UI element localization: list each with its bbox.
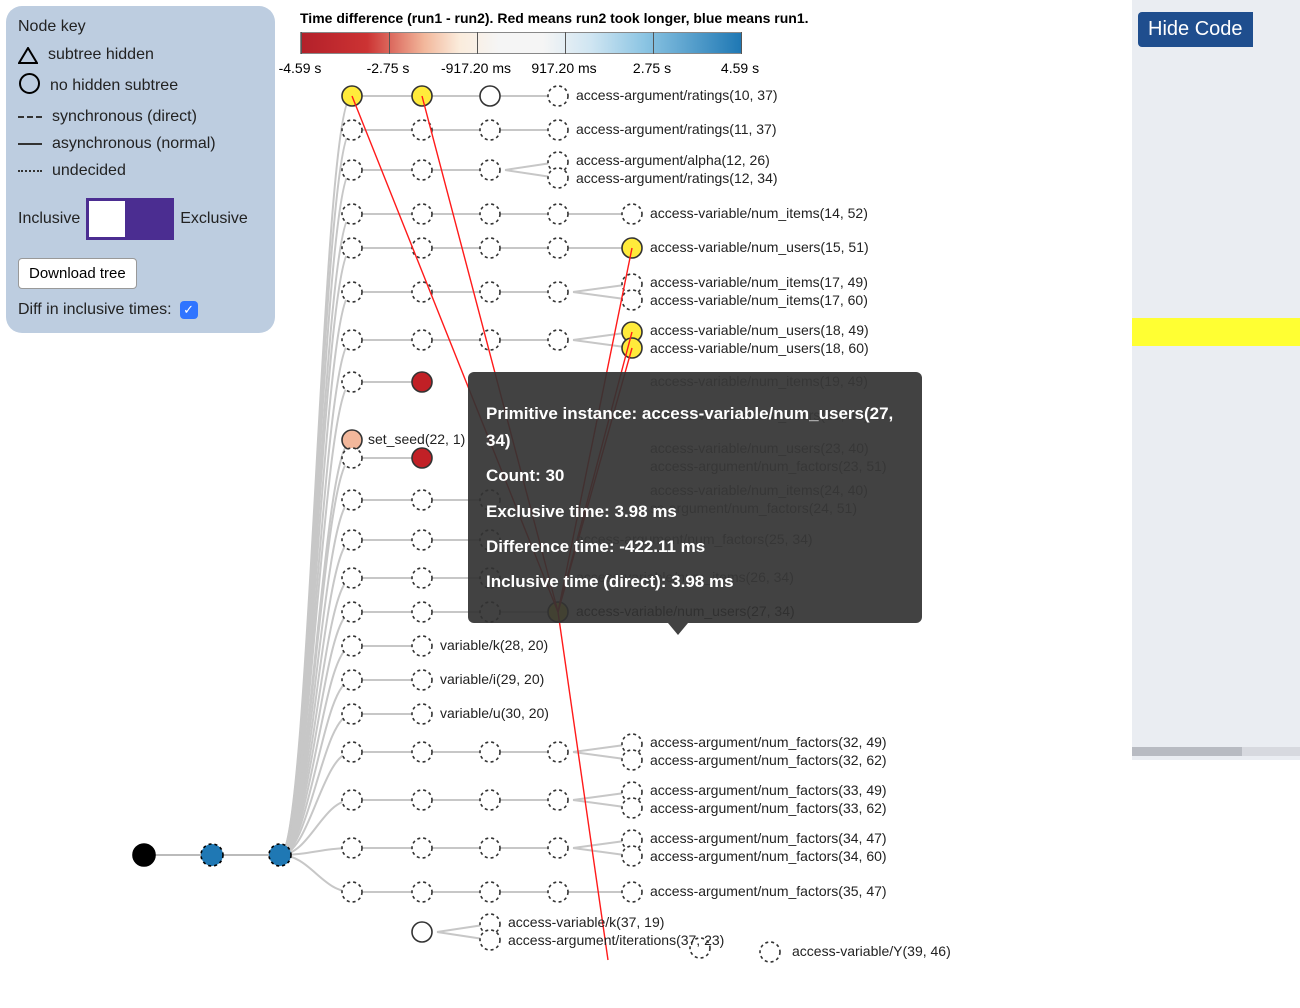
toggle-knob[interactable] <box>89 201 125 237</box>
legend-label: asynchronous (normal) <box>52 135 216 153</box>
tooltip-line: Inclusive time (direct): 3.98 ms <box>486 568 904 595</box>
legend-row-dashed: synchronous (direct) <box>18 108 263 126</box>
tooltip-line: Exclusive time: 3.98 ms <box>486 498 904 525</box>
triangle-icon <box>18 47 38 64</box>
scale-stop: -4.59 s <box>279 60 322 76</box>
tree-node-label[interactable]: access-variable/Y(39, 46) <box>792 943 951 959</box>
legend-label: synchronous (direct) <box>52 108 197 126</box>
tree-node-label[interactable]: variable/k(28, 20) <box>440 637 548 653</box>
color-scale-bar <box>300 32 742 54</box>
tree-node-label[interactable]: access-variable/num_users(15, 51) <box>650 239 869 255</box>
tree-node-label[interactable]: access-variable/num_items(17, 60) <box>650 292 868 308</box>
tooltip-line: Difference time: -422.11 ms <box>486 533 904 560</box>
tree-node-label[interactable]: access-argument/num_factors(32, 49) <box>650 734 887 750</box>
code-scrollbar[interactable] <box>1132 747 1300 756</box>
tree-node-label[interactable]: access-argument/ratings(10, 37) <box>576 87 778 103</box>
inclusive-exclusive-toggle[interactable]: Inclusive Exclusive <box>18 198 263 240</box>
scale-stop: 917.20 ms <box>531 60 596 76</box>
legend-row-triangle: subtree hidden <box>18 46 263 64</box>
toggle-left-label: Inclusive <box>18 210 80 228</box>
tree-node-label[interactable]: access-variable/num_users(18, 49) <box>650 322 869 338</box>
tooltip-line: Count: 30 <box>486 462 904 489</box>
scale-stop: -917.20 ms <box>441 60 511 76</box>
diff-row: Diff in inclusive times: ✓ <box>18 301 263 319</box>
download-tree-button[interactable]: Download tree <box>18 258 137 289</box>
tree-node-label[interactable]: access-argument/num_factors(34, 60) <box>650 848 887 864</box>
legend-row-circle: no hidden subtree <box>18 73 263 99</box>
tree-node-label[interactable]: access-argument/alpha(12, 26) <box>576 152 770 168</box>
scale-stop: -2.75 s <box>367 60 410 76</box>
tree-node-label[interactable]: access-argument/num_factors(33, 62) <box>650 800 887 816</box>
legend-label: no hidden subtree <box>50 77 178 95</box>
tree-node-label[interactable]: access-variable/num_users(18, 60) <box>650 340 869 356</box>
toggle-right-label: Exclusive <box>180 210 248 228</box>
tooltip-line: Primitive instance: access-variable/num_… <box>486 400 904 454</box>
solid-line-icon <box>18 143 42 145</box>
tree-node-label[interactable]: set_seed(22, 1) <box>368 431 465 447</box>
color-scale-title: Time difference (run1 - run2). Red means… <box>300 10 820 26</box>
legend-label: subtree hidden <box>48 46 154 64</box>
legend-row-solid: asynchronous (normal) <box>18 135 263 153</box>
color-scale-labels: -4.59 s -2.75 s -917.20 ms 917.20 ms 2.7… <box>300 60 740 78</box>
tree-node-label[interactable]: access-argument/num_factors(33, 49) <box>650 782 887 798</box>
tree-node-label[interactable]: access-variable/num_items(17, 49) <box>650 274 868 290</box>
legend-label: undecided <box>52 162 126 180</box>
scrollbar-thumb[interactable] <box>1132 747 1242 756</box>
scale-stop: 4.59 s <box>721 60 759 76</box>
tree-node-label[interactable]: access-argument/num_factors(32, 62) <box>650 752 887 768</box>
tree-node-label[interactable]: access-argument/ratings(12, 34) <box>576 170 778 186</box>
tree-node-label[interactable]: access-argument/num_factors(35, 47) <box>650 883 887 899</box>
tree-node-label[interactable]: access-variable/num_items(14, 52) <box>650 205 868 221</box>
legend-title: Node key <box>18 18 263 36</box>
tree-node-label[interactable]: access-argument/ratings(11, 37) <box>576 121 777 137</box>
diff-checkbox[interactable]: ✓ <box>180 301 198 319</box>
scale-stop: 2.75 s <box>633 60 671 76</box>
tree-node-label[interactable]: access-argument/num_factors(34, 47) <box>650 830 887 846</box>
hide-code-button[interactable]: Hide Code <box>1138 12 1253 47</box>
tree-node-label[interactable]: variable/u(30, 20) <box>440 705 549 721</box>
dotted-line-icon <box>18 170 42 172</box>
code-highlight-line <box>1132 318 1300 346</box>
toggle-track[interactable] <box>86 198 174 240</box>
tree-node-label[interactable]: access-argument/iterations(37, 23) <box>508 932 724 948</box>
legend-panel: Node key subtree hidden no hidden subtre… <box>6 6 275 333</box>
code-panel: Hide Code <box>1132 0 1300 760</box>
diff-label: Diff in inclusive times: <box>18 301 172 319</box>
tree-node-label[interactable]: access-variable/k(37, 19) <box>508 914 664 930</box>
color-scale: Time difference (run1 - run2). Red means… <box>300 10 820 78</box>
legend-row-dotted: undecided <box>18 162 263 180</box>
dashed-line-icon <box>18 116 42 118</box>
node-tooltip: Primitive instance: access-variable/num_… <box>468 372 922 623</box>
circle-icon <box>18 73 40 99</box>
tree-node-label[interactable]: variable/i(29, 20) <box>440 671 544 687</box>
